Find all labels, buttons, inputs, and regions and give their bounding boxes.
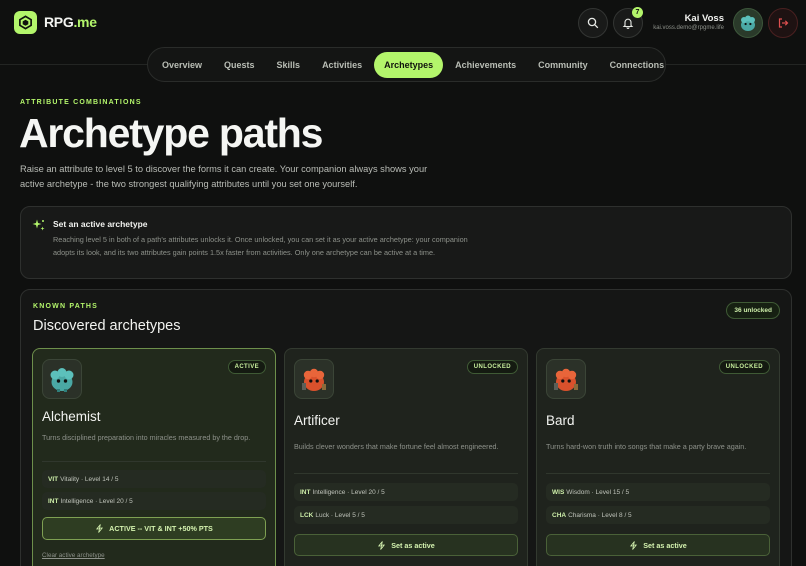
archetype-card-alchemist: ACTIVE Alchemist Turns disciplined prepa… <box>32 348 276 566</box>
tab-archetypes[interactable]: Archetypes <box>374 51 444 78</box>
main-nav: Overview Quests Skills Activities Archet… <box>147 47 666 82</box>
notification-badge: 7 <box>632 7 643 18</box>
card-divider <box>294 473 518 474</box>
button-label: Set as active <box>391 540 435 550</box>
status-badge: ACTIVE <box>227 360 266 374</box>
archetype-portrait <box>294 359 334 399</box>
top-bar: RPG.me 7 Kai Voss kai.voss.demo@rpgme.li… <box>0 0 806 44</box>
notifications-button[interactable]: 7 <box>613 7 643 38</box>
archetype-portrait <box>42 359 82 399</box>
attribute-level: Luck · Level 5 / 5 <box>315 511 365 519</box>
page-lead: Raise an attribute to level 5 to discove… <box>20 164 428 189</box>
app-name[interactable]: RPG.me <box>44 14 97 30</box>
search-icon <box>587 17 599 29</box>
user-email: kai.voss.demo@rpgme.life <box>653 25 724 31</box>
logout-icon <box>778 18 789 28</box>
archetype-portrait <box>546 359 586 399</box>
attribute-level: Intelligence · Level 20 / 5 <box>60 497 133 505</box>
status-badge: UNLOCKED <box>466 360 518 374</box>
attribute-row: INT Intelligence · Level 20 / 5 <box>294 483 518 501</box>
logo-icon[interactable] <box>14 11 37 34</box>
archetype-name: Bard <box>546 413 575 428</box>
card-divider <box>546 473 770 474</box>
attribute-level: Vitality · Level 14 / 5 <box>60 475 119 483</box>
set-active-button[interactable]: Set as active <box>546 534 770 556</box>
panel-eyebrow: KNOWN PATHS <box>33 303 99 310</box>
clear-active-link[interactable]: Clear active archetype <box>42 552 105 559</box>
tab-overview[interactable]: Overview <box>152 52 212 78</box>
card-divider <box>42 461 266 462</box>
archetype-name: Artificer <box>294 413 340 428</box>
button-label: ACTIVE -- VIT & INT +50% PTS <box>109 524 213 533</box>
attribute-code: WIS <box>552 488 565 496</box>
active-archetype-button[interactable]: ACTIVE -- VIT & INT +50% PTS <box>42 517 266 540</box>
user-name: Kai Voss <box>684 13 724 24</box>
archetype-description: Turns hard-won truth into songs that mak… <box>546 442 747 451</box>
unlocked-count-badge: 36 unlocked <box>726 302 780 319</box>
archetype-card-artificer: UNLOCKED Artificer Builds clever wonders… <box>284 348 528 566</box>
attribute-row: VIT Vitality · Level 14 / 5 <box>42 470 266 488</box>
status-badge: UNLOCKED <box>718 360 770 374</box>
attribute-level: Wisdom · Level 15 / 5 <box>566 488 630 496</box>
page-title: Archetype paths <box>19 110 323 156</box>
archetype-description: Turns disciplined preparation into mirac… <box>42 433 251 442</box>
attribute-code: INT <box>48 497 59 505</box>
attribute-level: Charisma · Level 8 / 5 <box>568 511 632 519</box>
tab-quests[interactable]: Quests <box>214 52 265 78</box>
attribute-row: CHA Charisma · Level 8 / 5 <box>546 506 770 524</box>
tab-activities[interactable]: Activities <box>312 52 372 78</box>
tab-achievements[interactable]: Achievements <box>445 52 526 78</box>
attribute-code: LCK <box>300 511 314 519</box>
avatar[interactable] <box>733 8 763 38</box>
tab-connections[interactable]: Connections <box>600 52 675 78</box>
set-active-button[interactable]: Set as active <box>294 534 518 556</box>
bolt-icon <box>96 524 104 533</box>
attribute-code: INT <box>300 488 311 496</box>
archetype-description: Builds clever wonders that make fortune … <box>294 442 499 451</box>
button-label: Set as active <box>643 540 687 550</box>
sparkle-icon <box>32 219 45 231</box>
hero-eyebrow: ATTRIBUTE COMBINATIONS <box>20 99 142 106</box>
bell-icon <box>622 18 634 29</box>
search-button[interactable] <box>578 8 608 38</box>
attribute-level: Intelligence · Level 20 / 5 <box>312 488 385 496</box>
attribute-row: INT Intelligence · Level 20 / 5 <box>42 492 266 510</box>
logout-button[interactable] <box>768 8 798 38</box>
attribute-code: VIT <box>48 475 59 483</box>
archetype-name: Alchemist <box>42 409 101 424</box>
archetype-card-bard: UNLOCKED Bard Turns hard-won truth into … <box>536 348 780 566</box>
bolt-icon <box>630 540 638 550</box>
panel-title: Discovered archetypes <box>33 318 181 334</box>
info-callout: Set an active archetype Reaching level 5… <box>20 206 792 279</box>
attribute-row: WIS Wisdom · Level 15 / 5 <box>546 483 770 501</box>
info-body: Reaching level 5 in both of a path's att… <box>53 235 468 257</box>
bolt-icon <box>378 540 386 550</box>
attribute-row: LCK Luck · Level 5 / 5 <box>294 506 518 524</box>
tab-skills[interactable]: Skills <box>267 52 311 78</box>
info-title: Set an active archetype <box>53 219 148 229</box>
attribute-code: CHA <box>552 511 567 519</box>
tab-community[interactable]: Community <box>528 52 598 78</box>
